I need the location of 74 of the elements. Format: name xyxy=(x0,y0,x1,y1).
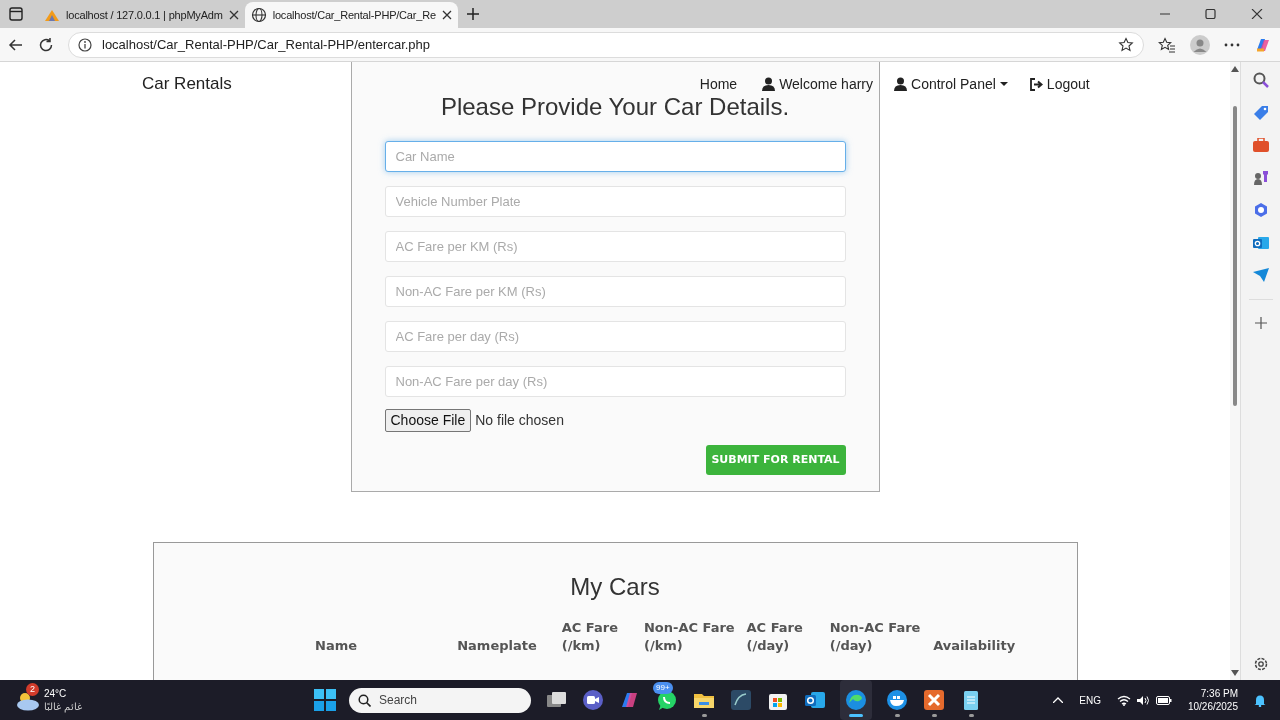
column-header: Nameplate xyxy=(457,637,538,655)
tag-icon[interactable] xyxy=(1252,105,1269,121)
language-indicator[interactable]: ENG xyxy=(1079,692,1101,708)
column-header: Availability xyxy=(933,637,1017,655)
favorites-icon[interactable] xyxy=(1158,36,1176,53)
profile-avatar-icon[interactable] xyxy=(1190,34,1210,55)
form-title: Please Provide Your Car Details. xyxy=(440,92,790,122)
wifi-icon[interactable] xyxy=(1116,694,1131,706)
column-header: AC Fare (/km) xyxy=(561,619,619,655)
search-field[interactable]: Search xyxy=(349,687,531,713)
section-title: My Cars xyxy=(570,572,660,602)
globe-icon xyxy=(250,7,267,23)
tab-title: localhost/Car_Rental-PHP/Car_Re xyxy=(272,7,436,23)
star-icon[interactable] xyxy=(1118,36,1134,53)
bell-icon[interactable] xyxy=(1254,693,1266,707)
nav-link[interactable]: Home xyxy=(699,73,738,95)
mail-app-icon[interactable] xyxy=(1252,235,1269,251)
whale-icon xyxy=(886,689,908,711)
file-status: No file chosen xyxy=(475,411,564,430)
nav-link[interactable]: Logout xyxy=(1028,73,1090,95)
column-header: AC Fare (/day) xyxy=(746,619,804,655)
clock[interactable]: 7:36 PM 10/26/2025 xyxy=(1187,687,1238,713)
scroll-down-icon[interactable] xyxy=(1231,670,1239,676)
tab-title: localhost / 127.0.0.1 | phpMyAdm xyxy=(66,7,223,23)
user-icon xyxy=(762,77,776,91)
hexagon-logo-icon[interactable] xyxy=(1252,202,1269,218)
info-icon[interactable] xyxy=(78,37,92,52)
url-text: localhost/Car_Rental-PHP/Car_Rental-PHP/entercar.php xyxy=(102,35,432,54)
refresh-icon[interactable] xyxy=(38,36,54,53)
add-icon[interactable] xyxy=(1254,317,1267,329)
start-icon[interactable] xyxy=(314,689,336,711)
search-icon[interactable] xyxy=(1252,72,1269,88)
back-icon[interactable] xyxy=(8,36,24,53)
taskbar-app-button[interactable] xyxy=(840,680,872,720)
toolbox-icon[interactable] xyxy=(1252,138,1269,152)
nav-link[interactable]: Welcome harry xyxy=(762,73,873,95)
new-tab-icon[interactable] xyxy=(465,7,480,21)
tab-actions-icon[interactable] xyxy=(8,6,24,22)
running-indicator xyxy=(894,714,900,717)
scroll-up-icon[interactable] xyxy=(1231,66,1239,72)
input-field[interactable]: Car Name xyxy=(384,141,846,172)
notification-badge: 2 xyxy=(26,683,39,696)
browser-tab[interactable]: localhost / 127.0.0.1 | phpMyAdm xyxy=(38,2,245,28)
chevron-up-icon[interactable] xyxy=(1053,697,1064,703)
running-indicator xyxy=(701,714,707,717)
cross-logo-icon xyxy=(923,689,945,711)
choose-file-button[interactable]: Choose File xyxy=(384,409,472,432)
more-icon[interactable] xyxy=(1224,42,1240,47)
search-icon xyxy=(358,693,371,707)
settings-icon[interactable] xyxy=(1252,656,1269,672)
column-header: Non-AC Fare (/day) xyxy=(829,619,922,655)
speaker-icon[interactable] xyxy=(1136,694,1150,706)
battery-icon[interactable] xyxy=(1155,695,1172,705)
browser-wave-icon xyxy=(845,689,867,711)
running-indicator xyxy=(931,714,937,717)
column-header: Non-AC Fare (/km) xyxy=(643,619,736,655)
notification-badge: 99+ xyxy=(653,682,673,694)
user-icon xyxy=(894,77,907,91)
close-icon[interactable] xyxy=(228,10,239,20)
logout-icon xyxy=(1028,77,1043,91)
running-indicator xyxy=(849,714,863,717)
mail-app-icon xyxy=(804,689,826,711)
video-chat-icon xyxy=(582,689,604,711)
paper-plane-icon[interactable] xyxy=(1252,268,1269,282)
browser-tab[interactable]: localhost/Car_Rental-PHP/Car_Re xyxy=(244,2,458,28)
nav-link[interactable]: Control Panel xyxy=(894,73,1008,95)
caret-icon xyxy=(999,82,1008,86)
sail-logo-icon xyxy=(44,8,60,22)
scrollbar-thumb[interactable] xyxy=(1233,106,1237,406)
address-bar[interactable]: localhost/Car_Rental-PHP/Car_Rental-PHP/entercar.php xyxy=(68,31,1144,58)
brand-name[interactable]: Car Rentals xyxy=(142,71,232,97)
column-header: Name xyxy=(315,637,358,655)
running-indicator xyxy=(968,714,974,717)
close-icon[interactable] xyxy=(441,10,452,20)
